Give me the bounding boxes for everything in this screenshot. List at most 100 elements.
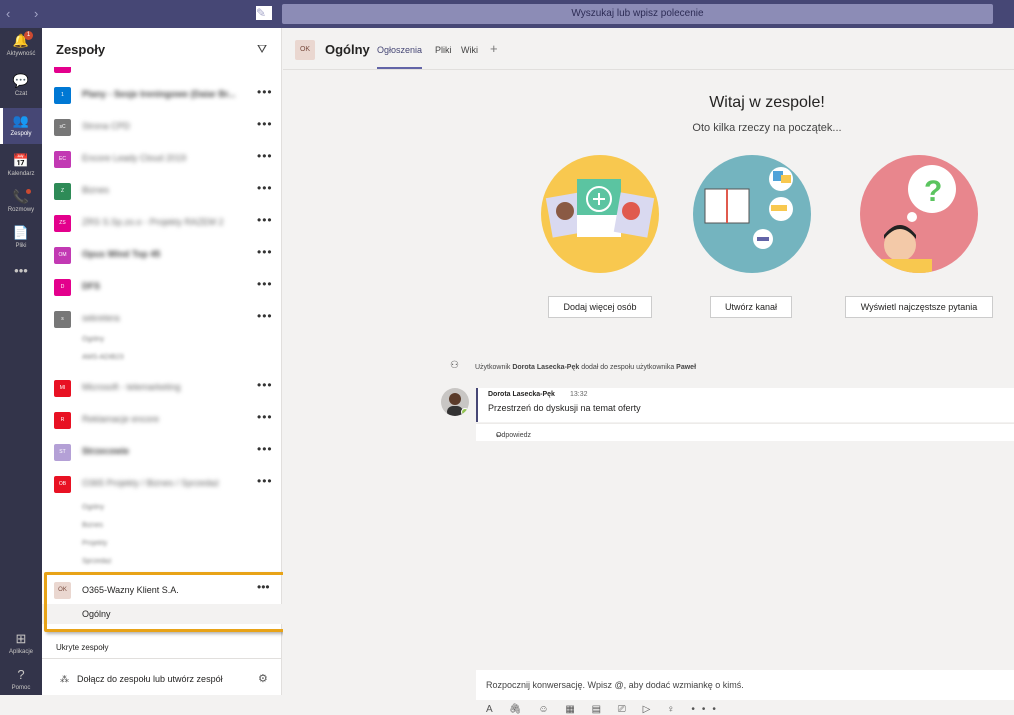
add-team-icon: ⁂ — [60, 674, 69, 684]
more-options-icon[interactable]: ••• — [257, 85, 273, 99]
team-item[interactable]: MI Microsoft - telemarketing ••• — [54, 378, 276, 398]
sysmsg-target[interactable]: Paweł — [676, 364, 696, 371]
more-icon: ••• — [14, 263, 28, 278]
more-options-icon[interactable]: ••• — [257, 213, 273, 227]
rail-label: Zespoły — [10, 131, 32, 137]
team-item[interactable]: sC Strona CPD ••• — [54, 117, 276, 137]
person-added-icon: ⚇ — [450, 360, 459, 371]
team-item[interactable]: ZS ZRS S.Sp.zo.o - Projekty RAZEM 2 ••• — [54, 213, 276, 233]
team-name: Opus Wind Top 45 — [82, 249, 161, 259]
more-options-icon[interactable]: ••• — [257, 410, 273, 424]
channel-item[interactable]: Biznes — [82, 522, 103, 529]
compose-input[interactable]: Rozpocznij konwersację. Wpisz @, aby dod… — [476, 670, 1014, 700]
channel-header: OK Ogólny Ogłoszenia Pliki Wiki + — [283, 28, 1014, 70]
channel-view: OK Ogólny Ogłoszenia Pliki Wiki + Witaj … — [283, 28, 1014, 715]
rail-item-calendar[interactable]: 📅 Kalendarz — [0, 148, 42, 184]
rail-label: Kalendarz — [7, 171, 35, 177]
rail-item-calls[interactable]: 📞 Rozmowy — [0, 184, 42, 220]
file-icon: 📄 — [12, 225, 30, 240]
phone-icon: 📞 — [12, 189, 30, 204]
rail-item-activity[interactable]: 🔔 Aktywność 1 — [0, 28, 42, 64]
team-item[interactable]: R Reklamacje encore ••• — [54, 410, 276, 430]
join-team-button[interactable]: ⁂ Dołącz do zespołu lub utwórz zespół — [60, 674, 223, 685]
rail-item-files[interactable]: 📄 Pliki — [0, 220, 42, 256]
more-options-icon[interactable]: ••• — [257, 117, 273, 131]
rail-item-teams[interactable]: 👥 Zespoły — [0, 108, 42, 144]
more-options-icon[interactable]: ••• — [257, 181, 273, 195]
channel-item[interactable]: Projekty — [82, 540, 107, 547]
channel-item[interactable]: AMS-ADIB23 — [82, 354, 124, 361]
apps-icon: ⊞ — [15, 631, 27, 646]
faq-button[interactable]: Wyświetl najczęstsze pytania — [845, 296, 993, 318]
sysmsg-text: dodał do zespołu użytkownika — [579, 364, 677, 371]
team-name: Strona CPD — [82, 121, 131, 131]
more-options-icon[interactable]: ••• — [257, 378, 273, 392]
join-label: Dołącz do zespołu lub utwórz zespół — [77, 674, 223, 684]
team-avatar: ST — [54, 444, 71, 461]
team-item[interactable]: OB O365 Projekty / Biznes / Sprzedaż ••• — [54, 474, 276, 494]
compose-toolbar[interactable]: A 🖇 ☺ ▦ ▤ ⎚ ▷ ♀ ••• — [486, 704, 723, 715]
team-avatar: s — [54, 311, 71, 328]
team-item[interactable]: 1 Plany - Sesje treningowe (Daiar Br... ••… — [54, 85, 276, 105]
reply-button[interactable]: ↩ Odpowiedz — [476, 423, 1014, 441]
team-avatar: Z — [54, 183, 71, 200]
add-tab-icon[interactable]: + — [490, 41, 498, 56]
sysmsg-text: Użytkownik — [475, 364, 513, 371]
filter-icon[interactable]: ⛛ — [257, 42, 267, 57]
create-channel-button[interactable]: Utwórz kanał — [710, 296, 792, 318]
rail-label: Pliki — [15, 243, 27, 249]
create-channel-illustration — [693, 155, 811, 273]
back-forward-icon[interactable]: ‹ › — [6, 6, 48, 21]
gear-icon[interactable]: ⚙ — [258, 672, 268, 685]
add-people-button[interactable]: Dodaj więcej osób — [548, 296, 652, 318]
hidden-teams-label[interactable]: Ukryte zespoły — [56, 643, 108, 652]
more-options-icon[interactable]: ••• — [257, 442, 273, 456]
team-item[interactable]: OM Opus Wind Top 45 ••• — [54, 245, 276, 265]
team-item[interactable]: D DFS ••• — [54, 277, 276, 297]
teams-icon: 👥 — [12, 113, 30, 128]
status-dot — [26, 189, 31, 194]
team-avatar: OB — [54, 476, 71, 493]
more-options-icon[interactable]: ••• — [257, 309, 273, 323]
channel-item[interactable]: Sprzedaż — [82, 558, 112, 565]
rail-item-help[interactable]: ? Pomoc — [0, 662, 42, 698]
tab-posts[interactable]: Ogłoszenia — [377, 45, 423, 69]
system-message: Użytkownik Dorota Lasecka-Pęk dodał do z… — [475, 364, 696, 371]
more-options-icon[interactable]: ••• — [257, 245, 273, 259]
team-item[interactable]: ST Strzecowie ••• — [54, 442, 276, 462]
team-name: Plany - Sesje treningowe (Daiar Br... — [82, 89, 236, 99]
notification-badge: 1 — [24, 31, 33, 40]
team-item[interactable]: Z Biznes ••• — [54, 181, 276, 201]
rail-label: Aplikacje — [8, 649, 33, 655]
tab-files[interactable]: Pliki — [435, 45, 452, 55]
team-avatar: R — [54, 412, 71, 429]
message-time: 13:32 — [570, 391, 588, 398]
team-item[interactable]: EC Encore Leady Cloud 2019 ••• — [54, 149, 276, 169]
message-author[interactable]: Dorota Lasecka-Pęk — [488, 391, 555, 398]
rail-item-more[interactable]: ••• — [0, 258, 42, 294]
rail-item-chat[interactable]: 💬 Czat — [0, 68, 42, 104]
sysmsg-user[interactable]: Dorota Lasecka-Pęk — [512, 364, 579, 371]
svg-text:?: ? — [924, 175, 942, 208]
channel-item[interactable]: Ogólny — [82, 504, 104, 511]
divider — [42, 658, 282, 659]
faq-illustration: ? — [860, 155, 978, 273]
search-input[interactable]: Wyszukaj lub wpisz polecenie — [282, 4, 993, 24]
tab-wiki[interactable]: Wiki — [461, 45, 478, 55]
team-name: Reklamacje encore — [82, 414, 160, 424]
team-item[interactable]: s sekretera ••• — [54, 309, 276, 329]
team-name: ZRS S.Sp.zo.o - Projekty RAZEM 2 — [82, 217, 224, 227]
panel-title: Zespoły — [56, 42, 106, 57]
avatar[interactable] — [441, 388, 469, 416]
more-options-icon[interactable]: ••• — [257, 149, 273, 163]
reply-label: Odpowiedz — [496, 432, 532, 439]
team-name: Strzecowie — [82, 446, 130, 456]
more-options-icon[interactable]: ••• — [257, 474, 273, 488]
message-text: Przestrzeń do dyskusji na temat oferty — [488, 403, 641, 413]
new-chat-icon[interactable]: ✎ — [256, 6, 272, 20]
team-avatar: EC — [54, 151, 71, 168]
more-options-icon[interactable]: ••• — [257, 277, 273, 291]
team-avatar: D — [54, 279, 71, 296]
rail-item-apps[interactable]: ⊞ Aplikacje — [0, 626, 42, 662]
channel-item[interactable]: Ogólny — [82, 336, 104, 343]
